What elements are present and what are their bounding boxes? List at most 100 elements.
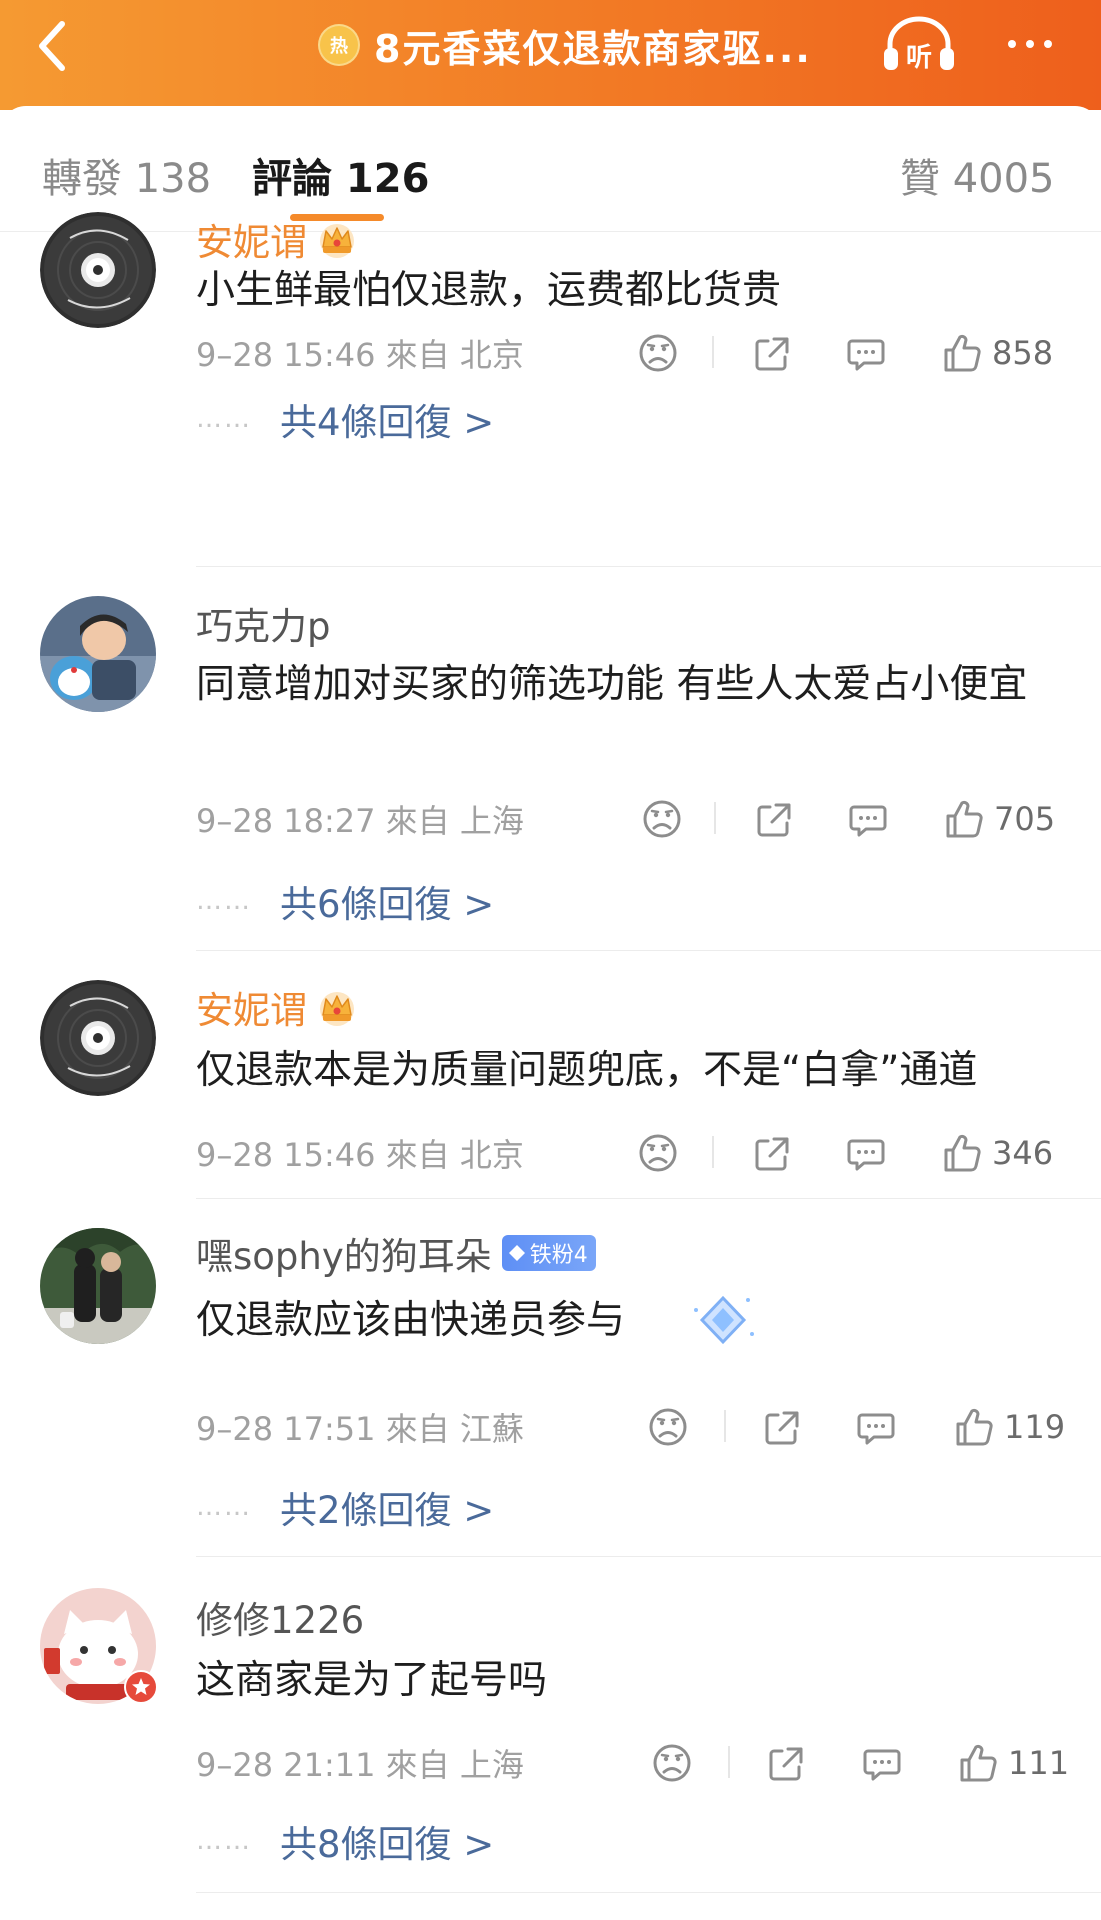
view-replies-link[interactable]: …… 共8條回復 > — [196, 1814, 494, 1868]
repost-button[interactable] — [766, 1738, 806, 1788]
like-button[interactable]: 705 — [944, 794, 1055, 844]
avatar[interactable] — [40, 212, 156, 328]
reply-dots: …… — [196, 404, 252, 434]
comment-divider — [196, 566, 1101, 567]
dot-icon — [1008, 40, 1016, 48]
reply-button[interactable] — [846, 1128, 886, 1178]
frown-icon — [653, 1744, 691, 1782]
comment-icon — [849, 805, 887, 837]
comment-text: 这商家是为了起号吗 — [196, 1658, 548, 1703]
tab-comments[interactable]: 評論 126 — [252, 146, 429, 204]
like-button[interactable]: 858 — [942, 328, 1053, 378]
replies-text: 共8條回復 > — [280, 1823, 495, 1866]
username-text: 嘿sophy的狗耳朵 — [196, 1235, 492, 1278]
reply-button[interactable] — [856, 1402, 896, 1452]
frown-icon — [649, 1408, 687, 1446]
frown-icon — [643, 800, 681, 838]
tab-likes[interactable]: 贊 4005 — [900, 146, 1055, 204]
comments-panel: 轉發 138 評論 126 贊 4005 — [0, 106, 1101, 1920]
like-button[interactable]: 119 — [954, 1402, 1065, 1452]
share-icon — [757, 803, 791, 837]
more-options-button[interactable] — [990, 18, 1070, 70]
comment-divider — [196, 1198, 1101, 1199]
like-count: 705 — [994, 800, 1056, 838]
repost-button[interactable] — [762, 1402, 802, 1452]
fan-level-badge: 铁粉4 — [501, 1235, 596, 1271]
comment-icon — [857, 1413, 895, 1445]
action-separator — [724, 1410, 726, 1442]
like-count: 858 — [992, 334, 1054, 372]
action-separator — [712, 1136, 714, 1168]
replies-text: 共4條回復 > — [280, 401, 495, 444]
comment-actions: 858 — [0, 328, 1101, 378]
reply-button[interactable] — [862, 1738, 902, 1788]
avatar[interactable] — [40, 1228, 156, 1344]
topic-title: 8元香菜仅退款商家驱... — [374, 26, 812, 71]
comment-text: 仅退款本是为质量问题兜底，不是“白拿”通道 — [196, 1048, 978, 1093]
comment-divider — [196, 950, 1101, 951]
comment-divider — [196, 1892, 1101, 1893]
action-separator — [712, 336, 714, 368]
listen-label: 听 — [906, 43, 932, 73]
tab-reposts[interactable]: 轉發 138 — [42, 146, 211, 204]
chevron-left-icon — [39, 21, 65, 71]
replies-text: 共2條回復 > — [280, 1489, 495, 1532]
comment-username[interactable]: 安妮谓 — [196, 980, 357, 1034]
hot-badge: 热 — [318, 24, 360, 66]
share-icon — [755, 337, 789, 371]
back-button[interactable] — [22, 16, 82, 76]
dot-icon — [1044, 40, 1052, 48]
view-replies-link[interactable]: …… 共2條回復 > — [196, 1480, 494, 1534]
comment-username[interactable]: 嘿sophy的狗耳朵 铁粉4 — [196, 1226, 596, 1280]
view-replies-link[interactable]: …… 共6條回復 > — [196, 874, 494, 928]
like-count: 119 — [1004, 1408, 1066, 1446]
comment-text: 小生鲜最怕仅退款，运费都比货贵 — [196, 268, 782, 313]
action-separator — [714, 802, 716, 834]
share-icon — [755, 1137, 789, 1171]
dislike-button[interactable] — [638, 328, 678, 378]
like-count: 111 — [1008, 1744, 1070, 1782]
like-count: 346 — [992, 1134, 1054, 1172]
dislike-button[interactable] — [638, 1128, 678, 1178]
reply-dots: …… — [196, 886, 252, 916]
diamond-icon — [508, 1245, 525, 1261]
verified-badge-icon — [124, 1670, 158, 1704]
headphones-icon: 听 — [884, 16, 954, 73]
like-button[interactable]: 111 — [958, 1738, 1069, 1788]
dislike-button[interactable] — [648, 1402, 688, 1452]
avatar[interactable] — [40, 596, 156, 712]
action-separator — [728, 1746, 730, 1778]
comment-text: 仅退款应该由快递员参与 — [196, 1298, 626, 1343]
comment-username[interactable]: 安妮谓 — [196, 212, 357, 266]
reply-dots: …… — [196, 1492, 252, 1522]
username-text: 修修1226 — [196, 1599, 365, 1642]
comment-username[interactable]: 巧克力p — [196, 596, 331, 650]
repost-button[interactable] — [752, 328, 792, 378]
repost-button[interactable] — [752, 1128, 792, 1178]
frown-icon — [639, 1134, 677, 1172]
vip-crown-icon — [319, 991, 355, 1027]
vip-crown-icon — [319, 223, 355, 259]
photo-avatar-image — [40, 1228, 156, 1344]
comment-actions: 119 — [0, 1402, 1101, 1452]
reply-button[interactable] — [846, 328, 886, 378]
view-replies-link[interactable]: …… 共4條回復 > — [196, 392, 494, 446]
repost-button[interactable] — [754, 794, 794, 844]
comment-icon — [847, 1139, 885, 1171]
topic-title-area[interactable]: 热 8元香菜仅退款商家驱... — [318, 14, 812, 76]
listen-button[interactable]: 听 — [878, 12, 960, 78]
comment-text: 同意增加对买家的筛选功能 有些人太爱占小便宜 — [196, 662, 1028, 707]
comment-username[interactable]: 修修1226 — [196, 1590, 364, 1644]
avatar[interactable] — [40, 980, 156, 1096]
reply-button[interactable] — [848, 794, 888, 844]
thumbs-up-icon — [944, 1134, 981, 1172]
dislike-button[interactable] — [642, 794, 682, 844]
thumbs-up-icon — [946, 800, 983, 838]
anime-avatar-image — [40, 596, 156, 712]
thumbs-up-icon — [944, 334, 981, 372]
like-button[interactable]: 346 — [942, 1128, 1053, 1178]
share-icon — [769, 1747, 803, 1781]
replies-text: 共6條回復 > — [280, 883, 495, 926]
dislike-button[interactable] — [652, 1738, 692, 1788]
reply-dots: …… — [196, 1826, 252, 1856]
